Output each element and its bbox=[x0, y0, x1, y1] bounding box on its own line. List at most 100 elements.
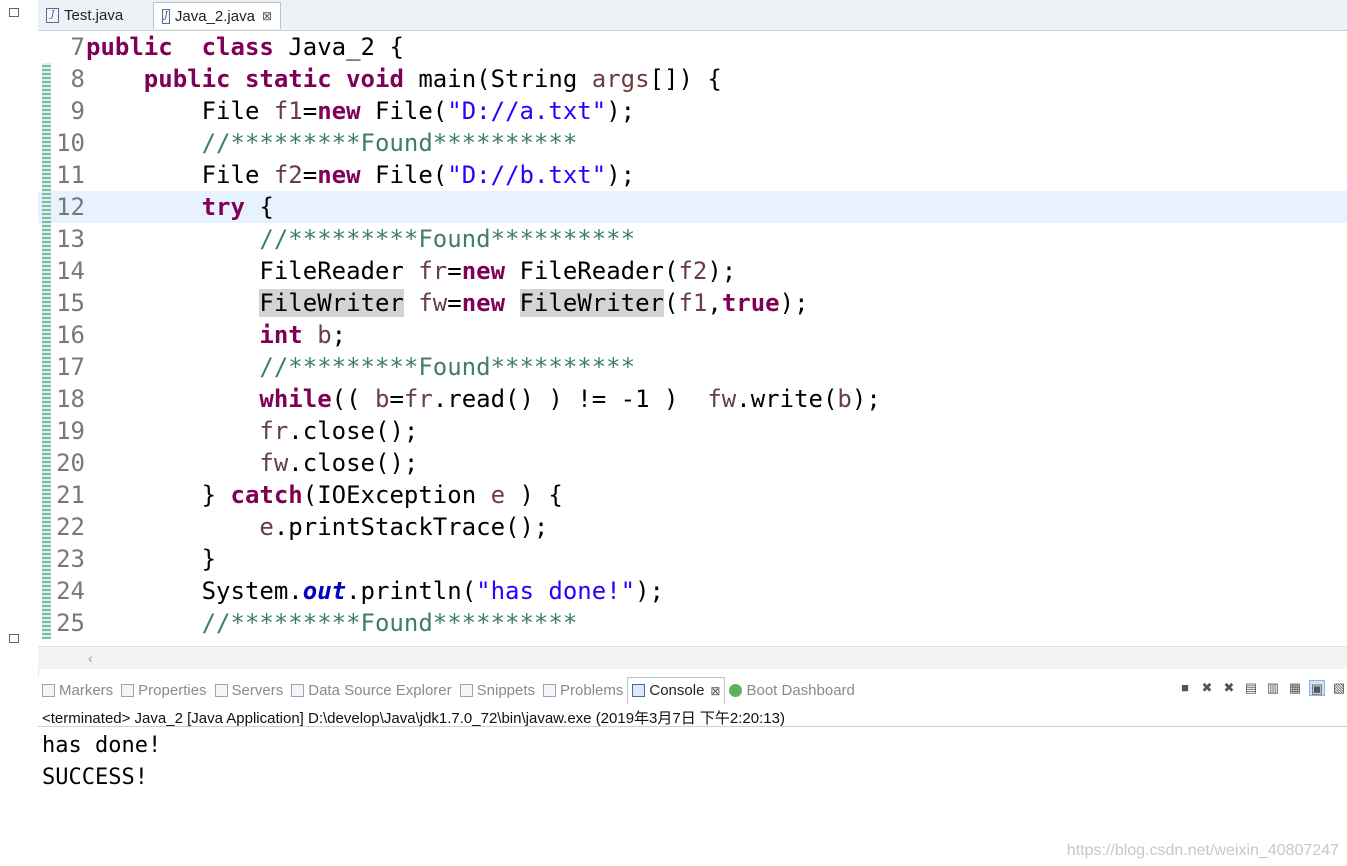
line-code: fr.close(); bbox=[259, 417, 419, 445]
line-code: fw.close(); bbox=[259, 449, 419, 477]
line-number: 13 bbox=[56, 225, 85, 253]
tab-test-java[interactable]: J Test.java bbox=[38, 2, 152, 29]
close-icon[interactable]: ⊠ bbox=[710, 684, 720, 698]
line-code: FileWriter fw=new FileWriter(f1,true); bbox=[259, 289, 809, 317]
code-line[interactable]: 16 int b; bbox=[38, 319, 1347, 351]
close-icon[interactable]: ⊠ bbox=[262, 9, 272, 23]
watermark: https://blog.csdn.net/weixin_40807247 bbox=[1066, 842, 1339, 859]
line-number: 24 bbox=[56, 577, 85, 605]
console-output-line: SUCCESS! bbox=[42, 765, 148, 790]
line-code: //*********Found********** bbox=[259, 353, 636, 381]
tab-label: Java_2.java bbox=[174, 7, 255, 25]
restore-icon[interactable] bbox=[9, 634, 19, 643]
word-wrap-icon[interactable]: ▥ bbox=[1265, 680, 1281, 696]
show-console-icon[interactable]: ▦ bbox=[1287, 680, 1303, 696]
code-line[interactable]: 15 FileWriter fw=new FileWriter(f1,true)… bbox=[38, 287, 1347, 319]
line-number: 25 bbox=[56, 609, 85, 637]
snippets-icon bbox=[459, 683, 473, 697]
line-number: 11 bbox=[56, 161, 85, 189]
view-tab-label: Data Source Explorer bbox=[308, 681, 452, 699]
markers-icon bbox=[42, 683, 55, 697]
line-code: FileReader fr=new FileReader(f2); bbox=[86, 257, 737, 285]
remove-launch-icon[interactable]: ✖ bbox=[1199, 680, 1215, 696]
change-marker bbox=[42, 511, 51, 543]
line-code: int b; bbox=[259, 321, 347, 349]
line-code: public class Java_2 { bbox=[86, 33, 404, 61]
change-marker bbox=[42, 319, 51, 351]
java-file-icon: J bbox=[46, 8, 59, 23]
code-line[interactable]: 21 } catch(IOException e ) { bbox=[38, 479, 1347, 511]
line-number: 18 bbox=[56, 385, 85, 413]
code-line[interactable]: 8 public static void main(String args[])… bbox=[38, 63, 1347, 95]
code-line[interactable]: 25 //*********Found********** bbox=[38, 607, 1347, 639]
code-line[interactable]: 23 } bbox=[38, 543, 1347, 575]
scroll-left-icon[interactable]: ‹ bbox=[88, 647, 93, 669]
change-marker bbox=[42, 607, 51, 639]
tab-properties[interactable]: Properties bbox=[117, 677, 210, 703]
horizontal-scrollbar[interactable]: ‹ bbox=[38, 646, 1347, 669]
change-marker bbox=[42, 95, 51, 127]
boot-dashboard-icon bbox=[729, 683, 743, 697]
change-marker bbox=[42, 575, 51, 607]
view-tab-label: Problems bbox=[560, 681, 624, 699]
code-line[interactable]: 11 File f2=new File("D://b.txt"); bbox=[38, 159, 1347, 191]
tab-boot-dashboard[interactable]: Boot Dashboard bbox=[725, 677, 858, 703]
change-marker bbox=[42, 127, 51, 159]
console-view: Markers Properties Servers Data Source Expl… bbox=[38, 676, 1347, 865]
change-ruler bbox=[42, 31, 51, 646]
tab-markers[interactable]: Markers bbox=[38, 677, 117, 703]
line-number: 14 bbox=[56, 257, 85, 285]
line-code: //*********Found********** bbox=[259, 225, 636, 253]
line-number: 16 bbox=[56, 321, 85, 349]
view-tab-label: Properties bbox=[138, 681, 207, 699]
code-line[interactable]: 14 FileReader fr=new FileReader(f2); bbox=[38, 255, 1347, 287]
tab-console[interactable]: Console ⊠ bbox=[627, 676, 726, 704]
change-marker bbox=[42, 447, 51, 479]
change-marker bbox=[42, 351, 51, 383]
view-tab-label: Console bbox=[649, 682, 705, 699]
line-code: e.printStackTrace(); bbox=[259, 513, 549, 541]
change-marker bbox=[42, 479, 51, 511]
code-line[interactable]: 17 //*********Found********** bbox=[38, 351, 1347, 383]
code-line[interactable]: 10 //*********Found********** bbox=[38, 127, 1347, 159]
terminate-icon[interactable]: ■ bbox=[1177, 680, 1193, 696]
code-line[interactable]: 19 fr.close(); bbox=[38, 415, 1347, 447]
code-line[interactable]: 22 e.printStackTrace(); bbox=[38, 511, 1347, 543]
tab-java-2-java[interactable]: J Java_2.java ⊠ bbox=[153, 2, 281, 29]
line-code: } bbox=[86, 545, 217, 573]
open-console-icon[interactable]: ▧ bbox=[1331, 680, 1347, 696]
code-line[interactable]: 18 while(( b=fr.read() ) != -1 ) fw.writ… bbox=[38, 383, 1347, 415]
line-code: //*********Found********** bbox=[201, 609, 578, 637]
code-line[interactable]: 12 try { bbox=[38, 191, 1347, 223]
tab-snippets[interactable]: Snippets bbox=[456, 677, 539, 703]
code-text-area[interactable]: 7 public class Java_2 {8 public static vo… bbox=[38, 31, 1347, 646]
view-tab-bar: Markers Properties Servers Data Source Expl… bbox=[38, 676, 1347, 704]
line-code: //*********Found********** bbox=[201, 129, 578, 157]
line-number: 8 bbox=[70, 65, 85, 93]
line-number: 15 bbox=[56, 289, 85, 317]
view-tab-label: Snippets bbox=[476, 681, 536, 699]
code-line[interactable]: 7 public class Java_2 { bbox=[38, 31, 1347, 63]
code-line[interactable]: 9 File f1=new File("D://a.txt"); bbox=[38, 95, 1347, 127]
display-console-icon[interactable]: ▣ bbox=[1309, 680, 1325, 696]
line-number: 22 bbox=[56, 513, 85, 541]
tab-data-source-explorer[interactable]: Data Source Explorer bbox=[287, 677, 455, 703]
console-icon bbox=[632, 684, 646, 697]
java-editor: J Test.java J Java_2.java ⊠ 7 public clas… bbox=[38, 0, 1347, 669]
line-code: File f2=new File("D://b.txt"); bbox=[86, 161, 636, 189]
line-code: System.out.println("has done!"); bbox=[86, 577, 665, 605]
code-line[interactable]: 20 fw.close(); bbox=[38, 447, 1347, 479]
line-code: try { bbox=[201, 193, 274, 221]
servers-icon bbox=[214, 683, 228, 697]
code-line[interactable]: 24 System.out.println("has done!"); bbox=[38, 575, 1347, 607]
line-number: 17 bbox=[56, 353, 85, 381]
tab-servers[interactable]: Servers bbox=[211, 677, 288, 703]
console-output[interactable]: https://blog.csdn.net/weixin_40807247 ha… bbox=[38, 726, 1347, 866]
remove-all-icon[interactable]: ✖ bbox=[1221, 680, 1237, 696]
view-tab-label: Servers bbox=[231, 681, 284, 699]
code-line[interactable]: 13 //*********Found********** bbox=[38, 223, 1347, 255]
line-number: 12 bbox=[56, 193, 85, 221]
scroll-lock-icon[interactable]: ▤ bbox=[1243, 680, 1259, 696]
restore-icon[interactable] bbox=[9, 8, 19, 17]
tab-problems[interactable]: Problems bbox=[539, 677, 627, 703]
